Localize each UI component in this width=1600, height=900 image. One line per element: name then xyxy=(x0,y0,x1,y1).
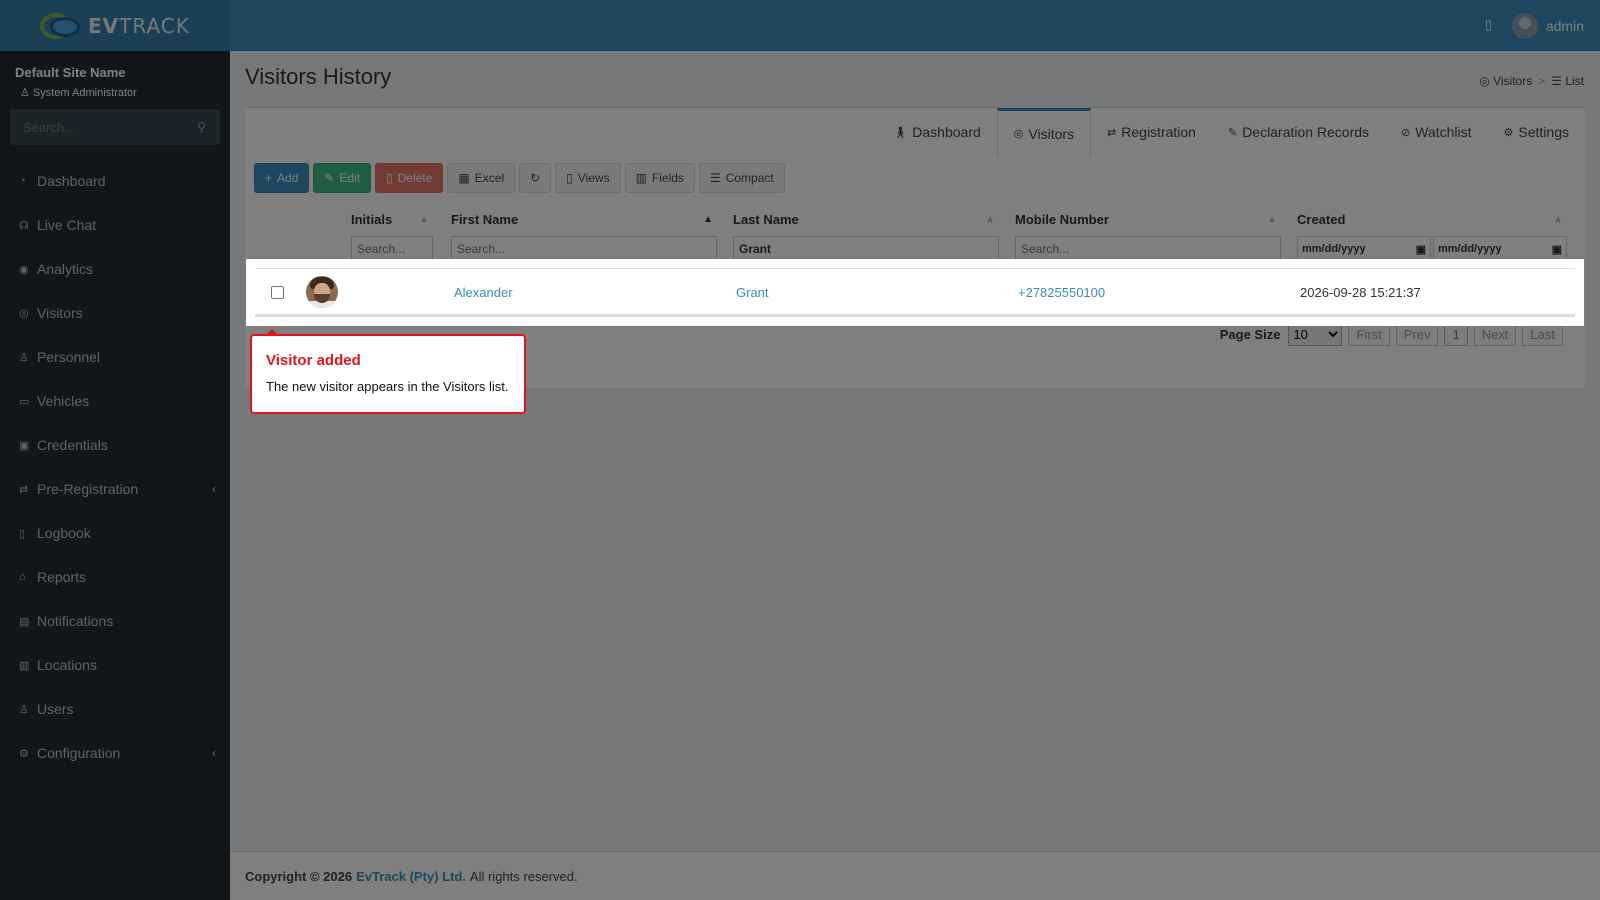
row-last-name[interactable]: Grant xyxy=(736,285,769,300)
callout-body: The new visitor appears in the Visitors … xyxy=(266,379,509,394)
row-mobile[interactable]: +27825550100 xyxy=(1018,285,1105,300)
table-row[interactable]: Alexander Grant +27825550100 2026-09-28 … xyxy=(249,262,1581,323)
row-created: 2026-09-28 15:21:37 xyxy=(1300,285,1421,300)
tour-overlay xyxy=(0,0,1600,900)
visitor-avatar xyxy=(306,276,338,308)
row-checkbox[interactable] xyxy=(271,286,284,299)
row-first-name[interactable]: Alexander xyxy=(454,285,513,300)
tour-callout: Visitor added The new visitor appears in… xyxy=(250,329,526,414)
callout-title: Visitor added xyxy=(266,352,361,369)
